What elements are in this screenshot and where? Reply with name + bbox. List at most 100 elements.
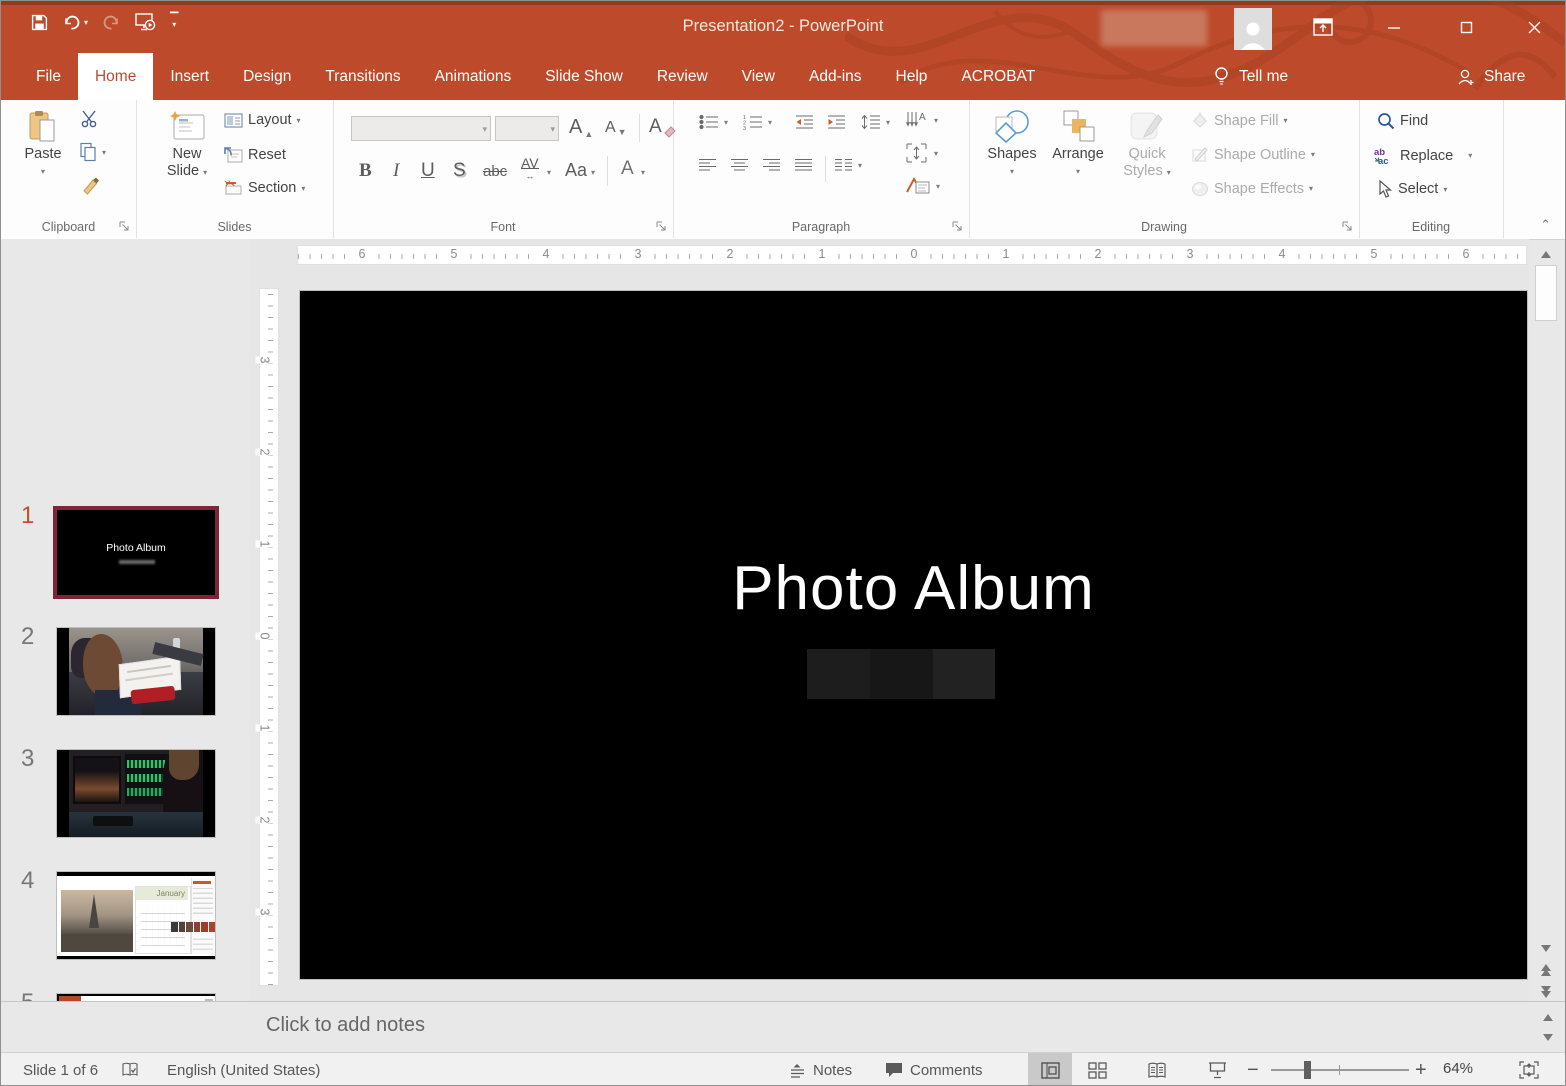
italic-button[interactable]: I xyxy=(393,160,399,182)
arrange-button[interactable]: Arrange ▾ xyxy=(1047,108,1109,180)
format-painter-button[interactable] xyxy=(81,176,101,196)
reset-button[interactable]: Reset xyxy=(224,146,286,163)
bullets-button[interactable]: ▾ xyxy=(699,114,728,130)
copy-dropdown[interactable]: ▾ xyxy=(102,148,106,157)
change-case-dropdown[interactable]: ▾ xyxy=(591,168,595,177)
slide-thumbnail-3[interactable]: 3 xyxy=(1,749,249,838)
tab-file[interactable]: File xyxy=(19,53,78,100)
find-button[interactable]: Find xyxy=(1377,112,1428,130)
shape-effects-button[interactable]: Shape Effects▾ xyxy=(1191,180,1313,197)
notes-scroll-up-button[interactable] xyxy=(1535,1008,1561,1026)
copy-button[interactable]: ▾ xyxy=(79,142,106,162)
align-text-button[interactable]: ▾ xyxy=(905,142,938,164)
current-slide[interactable]: Photo Album xyxy=(300,291,1527,979)
text-direction-button[interactable]: A ▾ xyxy=(905,110,938,130)
collapse-ribbon-button[interactable]: ⌃ xyxy=(1540,217,1551,233)
replace-button[interactable]: abac Replace ▾ xyxy=(1373,146,1472,165)
line-spacing-dropdown[interactable]: ▾ xyxy=(886,118,890,127)
tab-help[interactable]: Help xyxy=(879,53,945,100)
comments-toggle-button[interactable]: Comments xyxy=(885,1053,983,1086)
shape-outline-button[interactable]: Shape Outline▾ xyxy=(1191,146,1315,163)
bold-button[interactable]: B xyxy=(359,160,372,182)
character-spacing-button[interactable]: AV↔ xyxy=(521,158,539,181)
tab-view[interactable]: View xyxy=(725,53,792,100)
zoom-in-button[interactable]: + xyxy=(1415,1053,1427,1086)
scroll-down-button[interactable] xyxy=(1533,939,1559,957)
arrange-dropdown[interactable]: ▾ xyxy=(1076,163,1080,180)
replace-dropdown[interactable]: ▾ xyxy=(1468,151,1472,160)
slide-title-text[interactable]: Photo Album xyxy=(300,553,1527,624)
notes-scroll-down-button[interactable] xyxy=(1535,1028,1561,1046)
change-case-button[interactable]: Aa xyxy=(565,160,587,181)
scrollbar-thumb[interactable] xyxy=(1535,265,1557,321)
align-text-dropdown[interactable]: ▾ xyxy=(934,149,938,158)
align-left-button[interactable] xyxy=(699,158,717,173)
slideshow-view-button[interactable] xyxy=(1195,1053,1239,1086)
notes-toggle-button[interactable]: Notes xyxy=(789,1053,852,1086)
numbering-button[interactable]: 123 ▾ xyxy=(743,114,772,130)
paste-dropdown[interactable]: ▾ xyxy=(41,163,45,180)
justify-button[interactable] xyxy=(795,158,813,173)
share-button[interactable]: Share xyxy=(1456,53,1525,100)
section-button[interactable]: Section▾ xyxy=(224,180,305,196)
line-spacing-button[interactable]: ▾ xyxy=(861,114,890,130)
tab-slideshow[interactable]: Slide Show xyxy=(528,53,640,100)
restore-button[interactable] xyxy=(1451,13,1481,41)
convert-to-smartart-button[interactable]: ▾ xyxy=(905,176,940,196)
shapes-dropdown[interactable]: ▾ xyxy=(1010,163,1014,180)
decrease-font-size-button[interactable]: A▼ xyxy=(605,119,627,137)
notes-placeholder[interactable]: Click to add notes xyxy=(266,1014,425,1037)
font-size-combobox[interactable]: ▾ xyxy=(495,116,559,141)
character-spacing-dropdown[interactable]: ▾ xyxy=(547,168,551,177)
cut-button[interactable] xyxy=(81,110,100,128)
clipboard-dialog-launcher[interactable] xyxy=(119,221,131,233)
tab-animations[interactable]: Animations xyxy=(418,53,529,100)
numbering-dropdown[interactable]: ▾ xyxy=(768,118,772,127)
scroll-up-button[interactable] xyxy=(1533,245,1559,263)
decrease-indent-button[interactable] xyxy=(795,114,814,130)
drawing-dialog-launcher[interactable] xyxy=(1342,221,1354,233)
paste-button[interactable]: Paste ▾ xyxy=(17,108,69,180)
slide-indicator[interactable]: Slide 1 of 6 xyxy=(23,1053,98,1086)
align-center-button[interactable] xyxy=(731,158,749,173)
reading-view-button[interactable] xyxy=(1135,1053,1179,1086)
strikethrough-button[interactable]: abc xyxy=(483,163,507,180)
columns-button[interactable]: ▾ xyxy=(835,158,862,173)
columns-dropdown[interactable]: ▾ xyxy=(858,161,862,170)
tab-addins[interactable]: Add-ins xyxy=(792,53,879,100)
increase-font-size-button[interactable]: A▲ xyxy=(569,116,593,139)
close-button[interactable] xyxy=(1519,13,1549,41)
quick-styles-button[interactable]: Quick Styles ▾ xyxy=(1117,108,1177,181)
slide-thumbnail-4[interactable]: 4 January xyxy=(1,871,249,960)
slide-thumbnail-2[interactable]: 2 xyxy=(1,627,249,716)
fit-slide-to-window-button[interactable] xyxy=(1509,1053,1549,1086)
slide-sorter-view-button[interactable] xyxy=(1075,1053,1119,1086)
select-button[interactable]: Select▾ xyxy=(1377,180,1447,198)
increase-indent-button[interactable] xyxy=(827,114,846,130)
layout-button[interactable]: Layout▾ xyxy=(224,112,301,128)
bullets-dropdown[interactable]: ▾ xyxy=(724,118,728,127)
align-right-button[interactable] xyxy=(763,158,781,173)
notes-pane[interactable]: Click to add notes xyxy=(1,1001,1565,1053)
underline-button[interactable]: U xyxy=(421,160,435,182)
zoom-slider-track[interactable] xyxy=(1271,1069,1409,1071)
slide-thumbnail-1[interactable]: 1 Photo Album xyxy=(1,506,249,599)
vertical-scrollbar[interactable] xyxy=(1533,245,1559,1001)
clear-formatting-button[interactable]: A xyxy=(649,116,676,138)
zoom-out-button[interactable]: − xyxy=(1247,1053,1259,1086)
previous-slide-button[interactable] xyxy=(1533,961,1559,979)
language-selector[interactable]: English (United States) xyxy=(167,1053,320,1086)
tab-review[interactable]: Review xyxy=(640,53,725,100)
ribbon-display-options-button[interactable] xyxy=(1308,13,1338,41)
account-avatar[interactable] xyxy=(1234,8,1272,50)
font-dialog-launcher[interactable] xyxy=(656,221,668,233)
font-color-dropdown[interactable]: ▾ xyxy=(641,168,645,177)
shapes-button[interactable]: Shapes ▾ xyxy=(985,108,1039,180)
font-color-button[interactable]: A xyxy=(621,158,634,180)
normal-view-button[interactable] xyxy=(1028,1053,1072,1086)
new-slide-button[interactable]: New Slide ▾ xyxy=(158,108,216,181)
tell-me-box[interactable]: Tell me xyxy=(1214,53,1288,100)
tab-insert[interactable]: Insert xyxy=(153,53,226,100)
zoom-percentage[interactable]: 64% xyxy=(1443,1060,1473,1077)
next-slide-button[interactable] xyxy=(1533,983,1559,1001)
